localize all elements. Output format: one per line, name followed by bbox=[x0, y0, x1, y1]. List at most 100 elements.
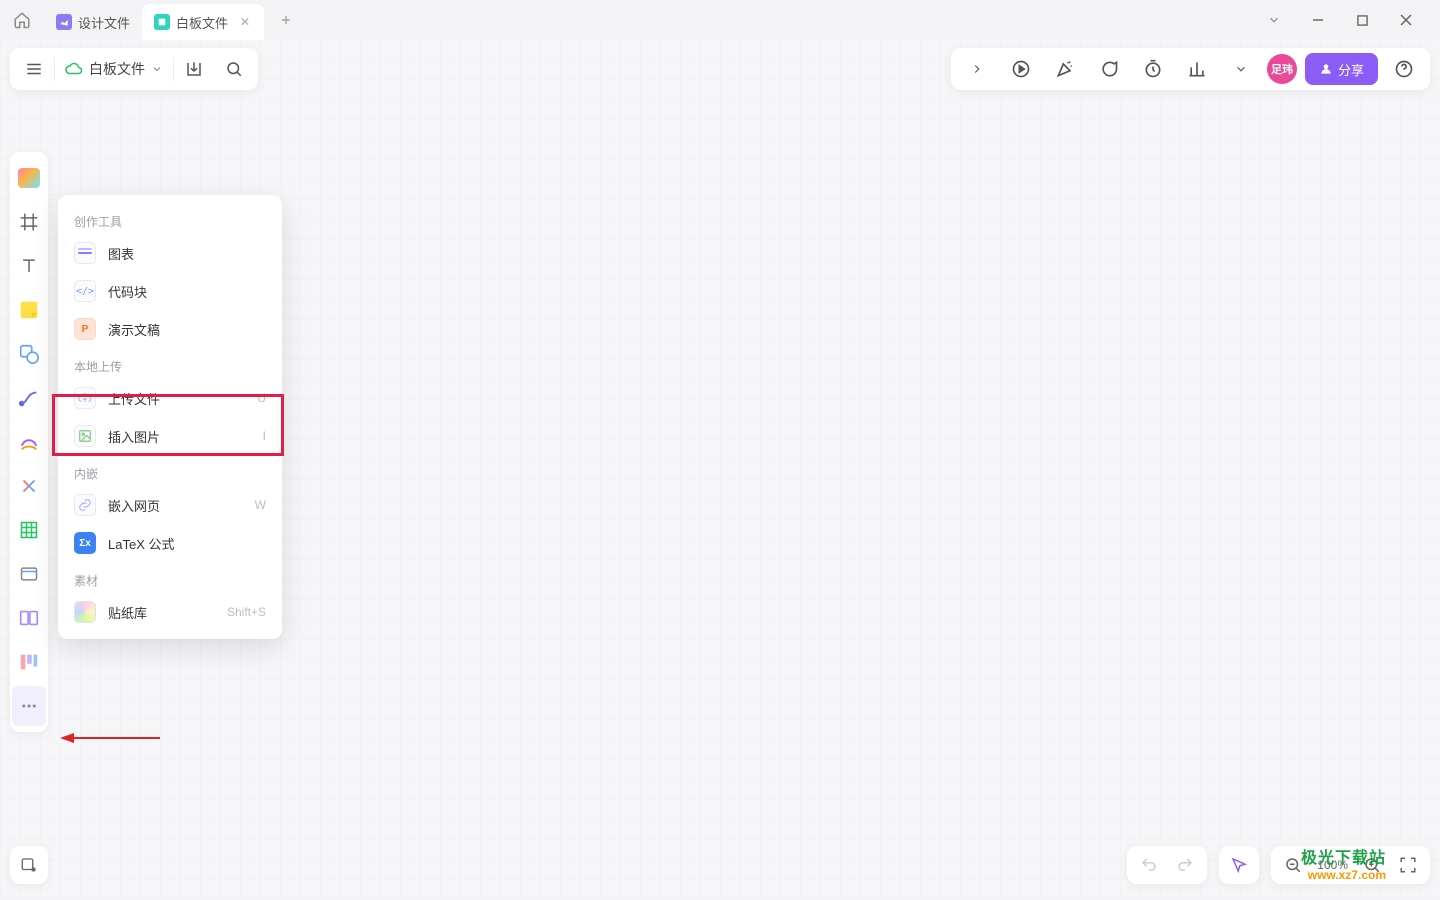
whiteboard-file-icon bbox=[154, 14, 170, 30]
section-embed: 内嵌 bbox=[58, 455, 282, 486]
search-button[interactable] bbox=[214, 49, 254, 89]
share-button[interactable]: 分享 bbox=[1305, 53, 1378, 85]
menu-stickers[interactable]: 贴纸库 Shift+S bbox=[58, 593, 282, 631]
sticker-icon bbox=[74, 601, 96, 623]
filename-label: 白板文件 bbox=[89, 59, 145, 79]
celebrate-button[interactable] bbox=[1047, 51, 1083, 87]
more-tools-button[interactable] bbox=[12, 686, 46, 726]
section-assets: 素材 bbox=[58, 562, 282, 593]
link-icon bbox=[74, 494, 96, 516]
undo-button[interactable] bbox=[1133, 849, 1165, 881]
code-icon: </> bbox=[74, 280, 96, 302]
filename-dropdown[interactable]: 白板文件 bbox=[55, 59, 173, 79]
menu-insert-image[interactable]: 插入图片 I bbox=[58, 417, 282, 455]
close-window-button[interactable] bbox=[1384, 0, 1428, 40]
template-tool[interactable] bbox=[12, 158, 46, 198]
close-icon[interactable]: ✕ bbox=[238, 15, 252, 29]
export-button[interactable] bbox=[174, 49, 214, 89]
tab-label: 设计文件 bbox=[78, 13, 130, 32]
zoom-card: 100% bbox=[1271, 846, 1430, 884]
kanban-tool[interactable] bbox=[12, 642, 46, 682]
table-tool[interactable] bbox=[12, 510, 46, 550]
connector-tool[interactable] bbox=[12, 378, 46, 418]
avatar[interactable]: 足玮 bbox=[1267, 54, 1297, 84]
menu-label: 图表 bbox=[108, 244, 134, 263]
file-toolbar: 白板文件 bbox=[10, 48, 258, 90]
menu-presentation[interactable]: P 演示文稿 bbox=[58, 310, 282, 348]
help-button[interactable] bbox=[1386, 51, 1422, 87]
section-creative-tools: 创作工具 bbox=[58, 203, 282, 234]
shortcut-label: I bbox=[263, 429, 266, 443]
shortcut-label: W bbox=[255, 498, 266, 512]
chevron-down-icon bbox=[151, 63, 163, 75]
bottom-right-toolbar: 100% bbox=[1127, 846, 1430, 884]
template-icon bbox=[18, 168, 40, 188]
presentation-icon: P bbox=[74, 318, 96, 340]
home-button[interactable] bbox=[0, 0, 44, 40]
menu-label: 插入图片 bbox=[108, 427, 160, 446]
collapse-chevron-button[interactable] bbox=[959, 51, 995, 87]
menu-label: 嵌入网页 bbox=[108, 496, 160, 515]
menu-label: 代码块 bbox=[108, 282, 147, 301]
window-controls bbox=[1296, 0, 1428, 40]
new-tab-button[interactable] bbox=[270, 4, 302, 36]
menu-latex[interactable]: Σx LaTeX 公式 bbox=[58, 524, 282, 562]
menu-label: 贴纸库 bbox=[108, 603, 147, 622]
fit-screen-button[interactable] bbox=[1392, 849, 1424, 881]
zoom-level[interactable]: 100% bbox=[1313, 858, 1352, 872]
window-titlebar: 设计文件 白板文件 ✕ bbox=[0, 0, 1440, 40]
play-preview-button[interactable] bbox=[1003, 51, 1039, 87]
cloud-synced-icon bbox=[65, 60, 83, 78]
share-label: 分享 bbox=[1338, 60, 1364, 79]
comment-button[interactable] bbox=[1091, 51, 1127, 87]
menu-embed-web[interactable]: 嵌入网页 W bbox=[58, 486, 282, 524]
chart-icon bbox=[74, 242, 96, 264]
frame-tool[interactable] bbox=[12, 202, 46, 242]
pen-tool[interactable] bbox=[12, 422, 46, 462]
tool-rail bbox=[10, 152, 48, 732]
more-toolbar-button[interactable] bbox=[1223, 51, 1259, 87]
people-icon bbox=[1319, 62, 1333, 76]
maximize-button[interactable] bbox=[1340, 0, 1384, 40]
mindmap-tool[interactable] bbox=[12, 466, 46, 506]
collab-toolbar: 足玮 分享 bbox=[951, 48, 1430, 90]
zoom-in-button[interactable] bbox=[1356, 849, 1388, 881]
tab-label: 白板文件 bbox=[176, 13, 228, 32]
menu-upload-file[interactable]: 上传文件 U bbox=[58, 379, 282, 417]
image-icon bbox=[74, 425, 96, 447]
layers-panel-button[interactable] bbox=[10, 846, 48, 884]
sigma-icon: Σx bbox=[74, 532, 96, 554]
tabstrip: 设计文件 白板文件 ✕ bbox=[0, 0, 302, 40]
cursor-mode-card bbox=[1219, 846, 1259, 884]
timer-button[interactable] bbox=[1135, 51, 1171, 87]
redo-button[interactable] bbox=[1169, 849, 1201, 881]
upload-icon bbox=[74, 387, 96, 409]
zoom-out-button[interactable] bbox=[1277, 849, 1309, 881]
menu-chart[interactable]: 图表 bbox=[58, 234, 282, 272]
avatar-initials: 足玮 bbox=[1271, 61, 1293, 77]
shortcut-label: U bbox=[257, 391, 266, 405]
tab-whiteboard-file[interactable]: 白板文件 ✕ bbox=[142, 4, 264, 40]
menu-label: 演示文稿 bbox=[108, 320, 160, 339]
menu-label: LaTeX 公式 bbox=[108, 534, 174, 553]
vote-button[interactable] bbox=[1179, 51, 1215, 87]
shortcut-label: Shift+S bbox=[227, 605, 266, 619]
tab-design-file[interactable]: 设计文件 bbox=[44, 4, 142, 40]
menu-label: 上传文件 bbox=[108, 389, 160, 408]
text-tool[interactable] bbox=[12, 246, 46, 286]
canvas-area[interactable]: 白板文件 足玮 bbox=[0, 40, 1440, 900]
shape-tool[interactable] bbox=[12, 334, 46, 374]
menu-codeblock[interactable]: </> 代码块 bbox=[58, 272, 282, 310]
annotation-arrow bbox=[60, 733, 160, 743]
stickers-tool[interactable] bbox=[12, 598, 46, 638]
section-tool[interactable] bbox=[12, 554, 46, 594]
main-menu-button[interactable] bbox=[14, 49, 54, 89]
more-tools-popover: 创作工具 图表 </> 代码块 P 演示文稿 本地上传 上传文件 U 插入图片 … bbox=[58, 195, 282, 639]
history-card bbox=[1127, 846, 1207, 884]
section-local-upload: 本地上传 bbox=[58, 348, 282, 379]
cursor-button[interactable] bbox=[1223, 849, 1255, 881]
sticky-tool[interactable] bbox=[12, 290, 46, 330]
minimize-button[interactable] bbox=[1296, 0, 1340, 40]
design-file-icon bbox=[56, 14, 72, 30]
window-dropdown-button[interactable] bbox=[1252, 0, 1296, 40]
